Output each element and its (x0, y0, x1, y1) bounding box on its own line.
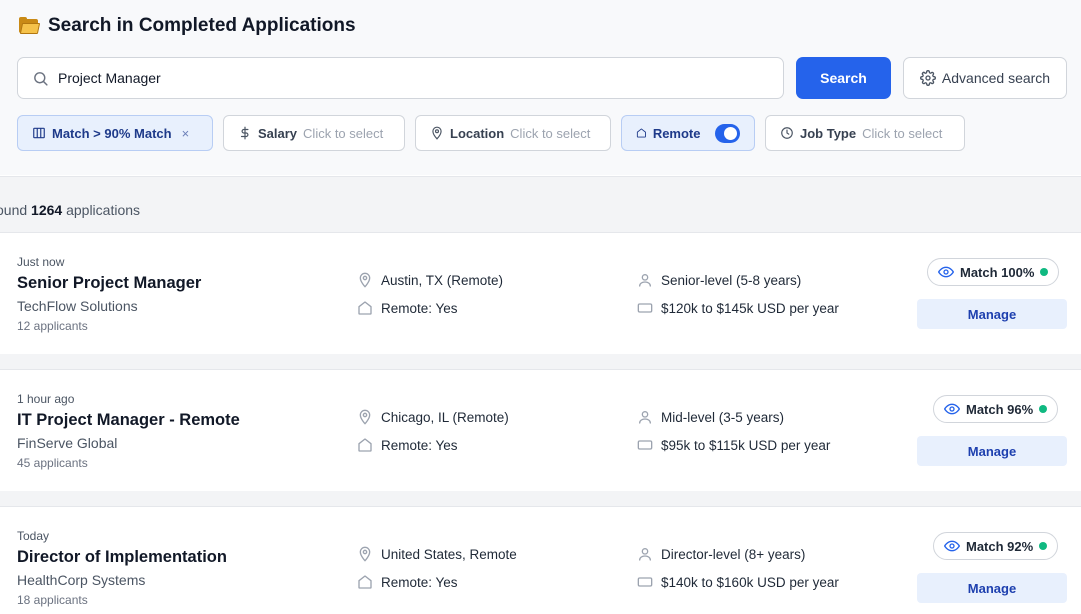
job-salary: $120k to $145k USD per year (637, 300, 839, 316)
advanced-search-button[interactable]: Advanced search (903, 57, 1067, 99)
home-icon (358, 301, 372, 315)
filter-remote-label: Remote (652, 125, 701, 141)
job-card[interactable]: Today Director of Implementation HealthC… (0, 508, 1081, 614)
eye-icon (944, 403, 960, 415)
user-icon (639, 411, 651, 424)
filter-location-placeholder: Click to select (510, 125, 591, 141)
job-card[interactable]: 1 hour ago IT Project Manager - Remote F… (0, 371, 1081, 492)
job-level: Mid-level (3-5 years) (637, 409, 784, 425)
manage-button[interactable]: Manage (917, 573, 1067, 603)
location-pin-icon (359, 409, 371, 425)
card-icon (637, 577, 653, 587)
filter-remote[interactable]: Remote (621, 115, 755, 151)
filter-job-type-placeholder: Click to select (862, 125, 943, 141)
card-divider (0, 354, 1081, 370)
match-badge: Match 96% (933, 395, 1059, 423)
posted-time: Just now (17, 255, 65, 269)
page-title: Search in Completed Applications (48, 15, 356, 36)
company-name: HealthCorp Systems (17, 572, 146, 588)
job-title[interactable]: IT Project Manager - Remote (17, 411, 240, 430)
manage-button[interactable]: Manage (917, 436, 1067, 466)
posted-time: Today (17, 529, 50, 543)
filter-location[interactable]: Location Click to select (415, 115, 611, 151)
company-name: TechFlow Solutions (17, 298, 138, 314)
user-icon (639, 548, 651, 561)
user-icon (639, 274, 651, 287)
match-badge: Match 92% (933, 532, 1059, 560)
job-location: United States, Remote (357, 546, 517, 562)
job-remote: Remote: Yes (357, 437, 458, 453)
home-icon (358, 575, 372, 589)
job-remote: Remote: Yes (357, 574, 458, 590)
job-level: Director-level (8+ years) (637, 546, 805, 562)
gear-icon (919, 70, 936, 86)
filter-job-type-label: Job Type (800, 125, 857, 141)
card-icon (637, 303, 653, 313)
manage-button[interactable]: Manage (917, 299, 1067, 329)
job-remote: Remote: Yes (357, 300, 458, 316)
job-level: Senior-level (5-8 years) (637, 272, 801, 288)
filter-match[interactable]: Match > 90% Match × (17, 115, 213, 151)
card-icon (637, 440, 653, 450)
search-icon (34, 71, 48, 86)
location-pin-icon (432, 126, 442, 140)
applicant-count: 12 applicants (17, 319, 88, 333)
filter-salary-label: Salary (258, 125, 298, 141)
search-box[interactable] (17, 57, 784, 99)
job-salary: $95k to $115k USD per year (637, 437, 830, 453)
home-icon (358, 438, 372, 452)
results-count-text: ound 1264 applications (0, 202, 141, 218)
job-title[interactable]: Director of Implementation (17, 548, 227, 567)
card-divider (0, 491, 1081, 507)
filter-salary[interactable]: Salary Click to select (223, 115, 405, 151)
filter-salary-placeholder: Click to select (303, 125, 384, 141)
company-name: FinServe Global (17, 435, 118, 451)
applicant-count: 18 applicants (17, 593, 88, 607)
eye-icon (944, 540, 960, 552)
clear-filter-icon[interactable]: × (182, 126, 190, 141)
results-count: 1264 (31, 202, 63, 218)
job-salary: $140k to $160k USD per year (637, 574, 839, 590)
job-title[interactable]: Senior Project Manager (17, 274, 201, 293)
match-badge: Match 100% (927, 258, 1060, 286)
folder-icon (18, 17, 41, 35)
advanced-search-label: Advanced search (941, 70, 1051, 86)
status-dot (1039, 542, 1048, 550)
results-summary-bar: ound 1264 applications (0, 176, 1081, 233)
status-dot (1039, 405, 1048, 413)
home-icon (636, 128, 646, 138)
location-pin-icon (359, 546, 371, 562)
filter-job-type[interactable]: Job Type Click to select (765, 115, 965, 151)
job-card[interactable]: Just now Senior Project Manager TechFlow… (0, 234, 1081, 355)
job-location: Chicago, IL (Remote) (357, 409, 509, 425)
filter-match-label: Match > 90% Match (52, 125, 172, 141)
search-input[interactable] (58, 70, 738, 86)
columns-icon (33, 127, 45, 139)
posted-time: 1 hour ago (17, 392, 75, 406)
job-location: Austin, TX (Remote) (357, 272, 503, 288)
applicant-count: 45 applicants (17, 456, 88, 470)
remote-toggle[interactable] (714, 123, 740, 143)
search-header: Search in Completed Applications Search … (0, 0, 1081, 175)
status-dot (1040, 268, 1049, 276)
search-button[interactable]: Search (796, 57, 891, 99)
title-row: Search in Completed Applications (18, 14, 356, 38)
eye-icon (938, 266, 954, 278)
dollar-icon (240, 126, 249, 140)
location-pin-icon (359, 272, 371, 288)
clock-icon (781, 127, 793, 139)
filter-location-label: Location (450, 125, 505, 141)
